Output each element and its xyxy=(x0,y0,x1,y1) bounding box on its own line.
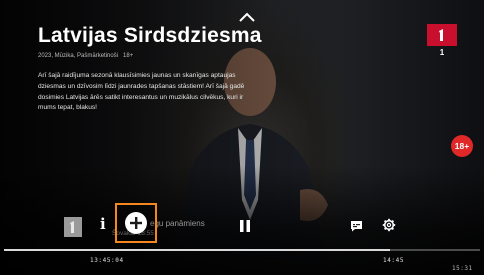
next-program-title: egu panāmiens xyxy=(150,219,205,228)
add-to-list-button[interactable] xyxy=(115,203,157,243)
pause-icon[interactable] xyxy=(238,219,252,233)
channel-logo xyxy=(427,24,457,46)
program-meta: 2023, Mūzika, Pašmārketinoši 18+ xyxy=(38,53,133,59)
program-end-time: 14:45 xyxy=(383,257,405,264)
ltv1-small-logo-icon xyxy=(70,221,74,233)
program-meta-text: 2023, Mūzika, Pašmārketinoši xyxy=(38,53,119,59)
program-start-time: 13:45:04 xyxy=(90,257,124,264)
program-description: Arī šajā raidījuma sezonā klausīsimies j… xyxy=(38,72,245,112)
progress-bar-fill xyxy=(4,249,390,251)
current-clock: 15:31 xyxy=(452,265,473,272)
progress-bar[interactable] xyxy=(4,249,480,251)
program-title: Latvijas Sirdsdziesma xyxy=(38,24,262,47)
chevron-up-icon[interactable] xyxy=(236,10,258,24)
channel-number: 1 xyxy=(439,48,445,57)
age-rating-badge: 18+ xyxy=(451,135,473,157)
player-controls: i egu panāmiens Šovakar 18:55 xyxy=(0,203,484,243)
program-age-note: 18+ xyxy=(123,53,134,59)
info-button[interactable]: i xyxy=(100,215,106,233)
ltv1-logo-icon xyxy=(439,29,443,41)
channel-small-logo[interactable] xyxy=(64,217,82,237)
gear-icon[interactable] xyxy=(382,218,396,232)
player-screen: Latvijas Sirdsdziesma 2023, Mūzika, Pašm… xyxy=(0,0,484,275)
plus-circle-icon xyxy=(125,212,147,234)
subtitles-icon[interactable] xyxy=(350,220,363,232)
